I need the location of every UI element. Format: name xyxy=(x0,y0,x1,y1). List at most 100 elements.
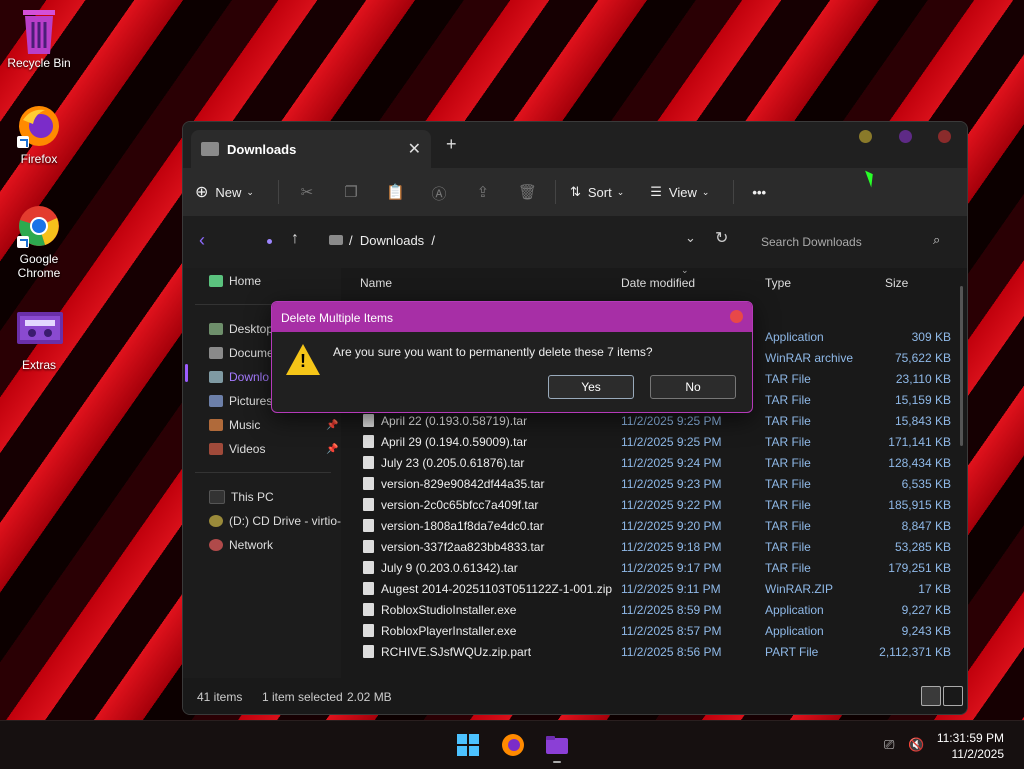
selection-size: 2.02 MB xyxy=(347,690,392,704)
clock-time: 11:31:59 PM xyxy=(936,731,1004,745)
pin-icon[interactable]: 📌 xyxy=(326,444,338,455)
nav-downloads[interactable]: Downlo xyxy=(209,370,269,384)
desktop-icon-extras[interactable]: Extras xyxy=(4,310,74,372)
table-row[interactable]: April 22 (0.193.0.58719).tar 11/2/2025 9:… xyxy=(341,411,967,432)
desktop-icon-chrome[interactable]: Google Chrome xyxy=(4,204,74,280)
file-date: 11/2/2025 9:11 PM xyxy=(621,582,721,596)
vertical-scrollbar[interactable] xyxy=(960,286,963,446)
sort-button[interactable]: ⇅ Sort ⌄ xyxy=(570,184,624,200)
table-row[interactable]: RCHIVE.SJsfWQUz.zip.part 11/2/2025 8:56 P… xyxy=(341,642,967,663)
table-row[interactable]: April 29 (0.194.0.59009).tar 11/2/2025 9:… xyxy=(341,432,967,453)
nav-music[interactable]: Music xyxy=(209,418,260,432)
breadcrumb-separator: / xyxy=(349,233,353,248)
tab-downloads[interactable]: Downloads ✕ xyxy=(191,130,431,168)
share-icon[interactable]: ⇪ xyxy=(474,183,492,201)
column-header-size[interactable]: Size xyxy=(885,276,908,290)
address-dropdown-icon[interactable]: ⌄ xyxy=(685,230,696,246)
up-arrow-icon[interactable]: ↑ xyxy=(291,230,299,248)
copy-icon[interactable]: ❐ xyxy=(342,183,360,201)
display-icon[interactable]: ⎚ xyxy=(884,737,898,752)
cut-icon[interactable]: ✂ xyxy=(298,183,316,201)
network-icon xyxy=(209,539,223,551)
chevron-down-icon: ⌄ xyxy=(246,186,254,197)
no-button[interactable]: No xyxy=(650,375,736,399)
search-input[interactable]: Search Downloads xyxy=(761,235,862,249)
close-tab-icon[interactable]: ✕ xyxy=(408,139,421,159)
file-type: TAR File xyxy=(765,435,811,449)
column-header-type[interactable]: Type xyxy=(765,276,791,290)
recycle-bin-icon xyxy=(17,8,61,54)
file-size: 128,434 KB xyxy=(888,456,951,470)
nav-this-pc[interactable]: This PC xyxy=(209,490,274,504)
folder-icon xyxy=(546,736,568,754)
file-date: 11/2/2025 9:18 PM xyxy=(621,540,722,554)
desktop-icon-firefox[interactable]: Firefox xyxy=(4,104,74,166)
dialog-close-button[interactable] xyxy=(730,310,743,323)
table-row[interactable]: Augest 2014-20251103T051122Z-1-001.zip 11… xyxy=(341,579,967,600)
table-row[interactable]: version-2c0c65bfcc7a409f.tar 11/2/2025 9:… xyxy=(341,495,967,516)
paste-icon[interactable]: 📋 xyxy=(386,183,405,201)
file-size: 185,915 KB xyxy=(888,498,951,512)
back-arrow-icon[interactable]: ‹ xyxy=(199,230,205,251)
new-tab-button[interactable]: + xyxy=(446,134,457,155)
details-view-button[interactable] xyxy=(921,686,941,706)
nav-home[interactable]: Home xyxy=(209,274,261,288)
more-options-button[interactable]: ••• xyxy=(752,185,766,200)
table-row[interactable]: version-829e90842df44a35.tar 11/2/2025 9:… xyxy=(341,474,967,495)
volume-muted-icon[interactable]: 🔇 xyxy=(908,737,924,752)
table-row[interactable]: RobloxPlayerInstaller.exe 11/2/2025 8:57 … xyxy=(341,621,967,642)
file-date: 11/2/2025 8:57 PM xyxy=(621,624,722,638)
nav-divider xyxy=(195,472,331,473)
breadcrumb-downloads[interactable]: Downloads xyxy=(360,233,424,248)
folder-icon xyxy=(329,235,343,245)
pin-icon[interactable]: 📌 xyxy=(326,420,338,431)
file-type: WinRAR archive xyxy=(765,351,854,365)
refresh-icon[interactable]: ↻ xyxy=(715,228,728,248)
desktop-icon-recycle-bin[interactable]: Recycle Bin xyxy=(4,8,74,70)
file-type: TAR File xyxy=(765,498,811,512)
yes-button[interactable]: Yes xyxy=(548,375,634,399)
start-button[interactable] xyxy=(456,733,480,757)
column-header-name[interactable]: Name xyxy=(360,276,392,290)
file-name: July 9 (0.203.0.61342).tar xyxy=(381,561,518,575)
close-window-button[interactable] xyxy=(938,130,951,143)
table-row[interactable]: July 23 (0.205.0.61876).tar 11/2/2025 9:2… xyxy=(341,453,967,474)
table-row[interactable]: version-337f2aa823bb4833.tar 11/2/2025 9:… xyxy=(341,537,967,558)
taskbar-file-explorer[interactable] xyxy=(545,733,569,757)
new-button[interactable]: ⊕ New ⌄ xyxy=(195,182,254,202)
taskbar: ⎚ 🔇 11:31:59 PM 11/2/2025 xyxy=(0,720,1024,769)
breadcrumb[interactable]: / Downloads / xyxy=(329,233,435,248)
file-type: TAR File xyxy=(765,393,811,407)
nav-cd-drive[interactable]: (D:) CD Drive - virtio- xyxy=(209,514,341,528)
file-name: RobloxPlayerInstaller.exe xyxy=(381,624,517,638)
system-clock[interactable]: 11:31:59 PM 11/2/2025 xyxy=(937,730,1004,762)
tiles-view-button[interactable] xyxy=(943,686,963,706)
file-icon xyxy=(363,603,374,616)
file-icon xyxy=(363,582,374,595)
minimize-button[interactable] xyxy=(859,130,872,143)
search-icon[interactable]: ⌕ xyxy=(933,232,940,248)
file-icon xyxy=(363,414,374,427)
delete-icon[interactable]: 🗑 xyxy=(518,183,537,201)
nav-network[interactable]: Network xyxy=(209,538,273,552)
nav-pictures[interactable]: Pictures xyxy=(209,394,272,408)
file-icon xyxy=(363,561,374,574)
nav-desktop[interactable]: Desktop xyxy=(209,322,273,336)
maximize-button[interactable] xyxy=(899,130,912,143)
file-icon xyxy=(363,540,374,553)
desktop-icon xyxy=(209,323,223,335)
column-header-date[interactable]: Date modified xyxy=(621,276,695,290)
table-row[interactable]: July 9 (0.203.0.61342).tar 11/2/2025 9:17… xyxy=(341,558,967,579)
rename-icon[interactable]: Ⓐ xyxy=(430,183,448,203)
nav-videos[interactable]: Videos xyxy=(209,442,265,456)
file-name: April 22 (0.193.0.58719).tar xyxy=(381,414,528,428)
table-row[interactable]: RobloxStudioInstaller.exe 11/2/2025 8:59 … xyxy=(341,600,967,621)
nav-label: This PC xyxy=(231,490,274,504)
file-size: 15,843 KB xyxy=(894,414,951,428)
table-row[interactable]: version-1808a1f8da7e4dc0.tar 11/2/2025 9:… xyxy=(341,516,967,537)
view-button[interactable]: ☰ View ⌄ xyxy=(650,184,709,200)
nav-documents[interactable]: Docume xyxy=(209,346,274,360)
taskbar-firefox[interactable] xyxy=(501,733,525,757)
file-icon xyxy=(363,624,374,637)
toolbar-divider xyxy=(277,180,279,204)
